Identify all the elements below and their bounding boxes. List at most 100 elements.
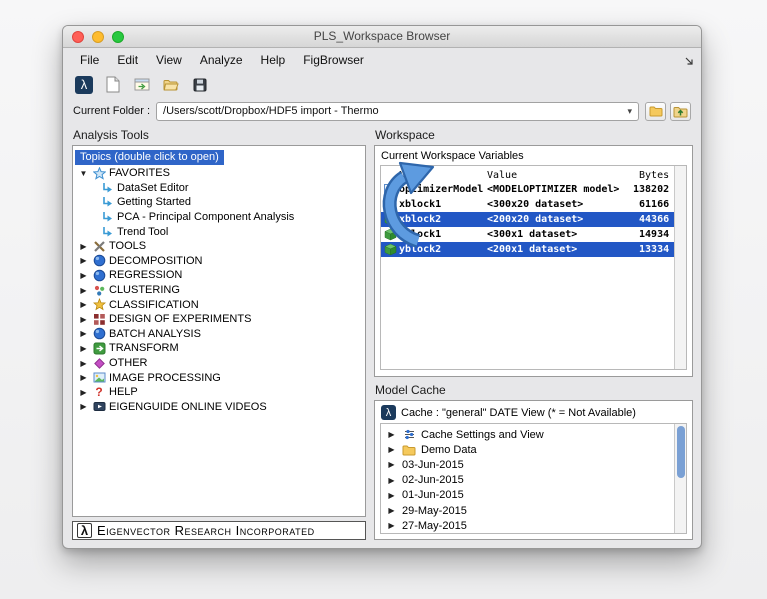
disclosure-closed-icon[interactable]: ▶ [386,491,397,500]
tree-item-trend-tool[interactable]: Trend Tool [73,224,365,239]
tree-item-clustering[interactable]: ▶CLUSTERING [73,283,365,298]
model-cache-scrollbar[interactable] [674,424,686,533]
tree-item-decomposition[interactable]: ▶DECOMPOSITION [73,254,365,269]
menu-analyze[interactable]: Analyze [191,51,252,69]
disclosure-closed-icon[interactable]: ▶ [78,242,89,251]
tree-item-regression[interactable]: ▶REGRESSION [73,268,365,283]
column-header-value[interactable]: Value [487,170,633,181]
disclosure-closed-icon[interactable]: ▶ [386,521,397,530]
workspace-row-xblock1[interactable]: xblock1<300x20 dataset>61166 [381,197,674,212]
analysis-tools-tree: ▼FAVORITESDataSet EditorGetting Started P… [73,166,365,414]
transform-icon [92,342,106,355]
sphere-icon [92,327,106,340]
workspace-row-xblock2[interactable]: xblock2<200x20 dataset>44366 [381,212,674,227]
cache-item-demo-data[interactable]: ▶Demo Data [386,442,674,457]
disclosure-open-icon[interactable]: ▼ [78,169,89,178]
model-cache-list: ▶Cache Settings and View▶Demo Data▶03-Ju… [381,424,674,533]
column-header-name[interactable]: Name [399,170,487,181]
variable-value: <MODELOPTIMIZER model> [487,184,633,195]
chevron-down-icon[interactable]: ▾ [627,106,632,117]
close-window-button[interactable] [72,31,84,43]
zoom-window-button[interactable] [112,31,124,43]
disclosure-closed-icon[interactable]: ▶ [78,286,89,295]
tree-item-image-processing[interactable]: ▶IMAGE PROCESSING [73,370,365,385]
tree-item-transform[interactable]: ▶TRANSFORM [73,341,365,356]
disclosure-closed-icon[interactable]: ▶ [78,402,89,411]
cache-item-cache-settings-and-view[interactable]: ▶Cache Settings and View [386,427,674,442]
tree-item-label: Getting Started [117,196,191,208]
cache-item-01-jun-2015[interactable]: ▶01-Jun-2015 [386,488,674,503]
tree-item-eigenguide-online-videos[interactable]: ▶EIGENGUIDE ONLINE VIDEOS [73,400,365,415]
workspace-variables-box: NameValueBytes optimizerModel<MODELOPTIM… [380,165,687,370]
tree-item-batch-analysis[interactable]: ▶ BATCH ANALYSIS [73,327,365,342]
tree-item-label: DESIGN OF EXPERIMENTS [109,313,251,325]
disclosure-closed-icon[interactable]: ▶ [78,388,89,397]
tree-item-dataset-editor[interactable]: DataSet Editor [73,181,365,196]
disclosure-closed-icon[interactable]: ▶ [78,359,89,368]
eigenvector-footer-text: Eigenvector Research Incorporated [97,523,315,538]
cache-item-label: 29-May-2015 [402,505,467,517]
cache-item-27-may-2015[interactable]: ▶27-May-2015 [386,518,674,533]
open-folder-button[interactable] [160,74,182,96]
workspace-row-yblock2[interactable]: yblock2<200x1 dataset>13334 [381,242,674,257]
dataset-cube-icon [383,198,397,211]
column-header-bytes[interactable]: Bytes [633,170,674,181]
cache-item-03-jun-2015[interactable]: ▶03-Jun-2015 [386,457,674,472]
disclosure-closed-icon[interactable]: ▶ [78,256,89,265]
disclosure-closed-icon[interactable]: ▶ [78,373,89,382]
workspace-row-optimizermodel[interactable]: optimizerModel<MODELOPTIMIZER model>1382… [381,182,674,197]
disclosure-closed-icon[interactable]: ▶ [386,430,397,439]
sphere-icon [92,254,106,267]
tree-item-classification[interactable]: ▶CLASSIFICATION [73,297,365,312]
workspace-scrollbar[interactable] [674,166,686,369]
tree-item-getting-started[interactable]: Getting Started [73,195,365,210]
variable-value: <300x1 dataset> [487,229,633,240]
window-titlebar[interactable]: PLS_Workspace Browser [63,26,701,48]
cache-item-29-may-2015[interactable]: ▶ 29-May-2015 [386,503,674,518]
disclosure-closed-icon[interactable]: ▶ [386,506,397,515]
tree-item-other[interactable]: ▶OTHER [73,356,365,371]
tree-item-design-of-experiments[interactable]: ▶ DESIGN OF EXPERIMENTS [73,312,365,327]
tree-item-help[interactable]: ▶?HELP [73,385,365,400]
analysis-tools-column: Analysis Tools Topics (double click to o… [72,127,366,540]
pls-app-button[interactable]: λ [73,74,95,96]
disclosure-closed-icon[interactable]: ▶ [78,271,89,280]
sphere-icon [92,269,106,282]
scrollbar-thumb[interactable] [677,426,685,478]
menu-figbrowser[interactable]: FigBrowser [294,51,373,69]
model-optimizer-icon [383,183,397,196]
tree-item-tools[interactable]: ▶TOOLS [73,239,365,254]
undock-arrow-icon[interactable] [684,53,694,71]
disclosure-closed-icon[interactable]: ▶ [78,315,89,324]
menu-help[interactable]: Help [252,51,295,69]
save-button[interactable] [189,74,211,96]
workspace-row-yblock1[interactable]: yblock1<300x1 dataset>14934 [381,227,674,242]
browse-folder-button[interactable] [645,102,666,121]
tree-item-pca-principal-component-analysis[interactable]: PCA - Principal Component Analysis [73,210,365,225]
variable-name: xblock2 [399,214,487,225]
current-folder-combobox[interactable]: /Users/scott/Dropbox/HDF5 import - Therm… [156,102,639,121]
disclosure-closed-icon[interactable]: ▶ [386,476,397,485]
variable-value: <300x20 dataset> [487,199,633,210]
folder-up-button[interactable] [670,102,691,121]
disclosure-closed-icon[interactable]: ▶ [386,460,397,469]
disclosure-closed-icon[interactable]: ▶ [78,329,89,338]
cache-item-02-jun-2015[interactable]: ▶02-Jun-2015 [386,473,674,488]
disclosure-closed-icon[interactable]: ▶ [386,445,397,454]
tree-item-label: BATCH ANALYSIS [109,328,201,340]
disclosure-closed-icon[interactable]: ▶ [78,300,89,309]
new-document-button[interactable] [102,74,124,96]
pls-cache-icon: λ [381,405,396,420]
tree-item-favorites[interactable]: ▼FAVORITES [73,166,365,181]
settings-icon [402,428,416,441]
menu-file[interactable]: File [71,51,108,69]
fig-browser-button[interactable] [131,74,153,96]
disclosure-closed-icon[interactable]: ▶ [78,344,89,353]
menu-edit[interactable]: Edit [108,51,147,69]
main-content: Analysis Tools Topics (double click to o… [63,124,701,548]
variable-value: <200x20 dataset> [487,214,633,225]
menu-view[interactable]: View [147,51,191,69]
topics-header[interactable]: Topics (double click to open) [75,150,224,165]
variable-value: <200x1 dataset> [487,244,633,255]
minimize-window-button[interactable] [92,31,104,43]
